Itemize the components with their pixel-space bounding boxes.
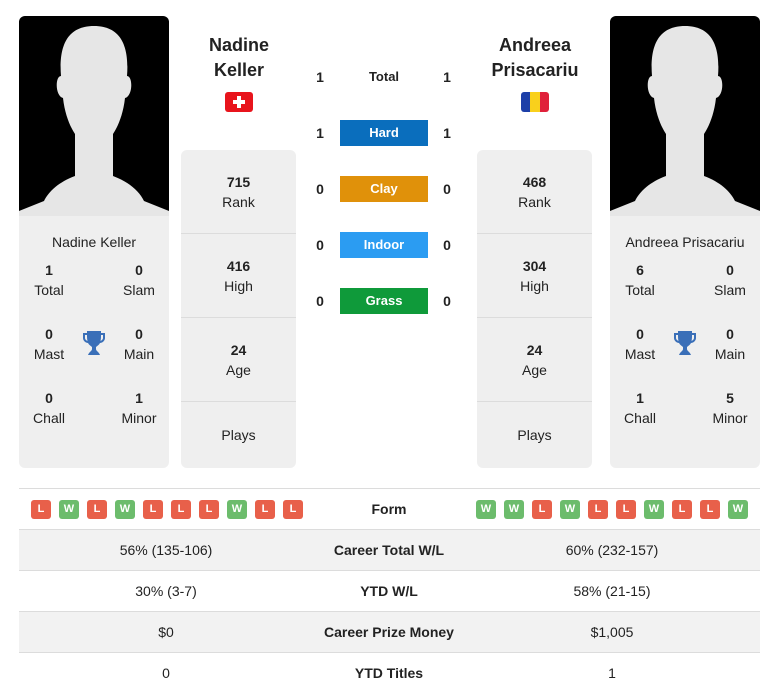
table-row-ytd-wl: 30% (3-7) YTD W/L 58% (21-15) [135, 583, 651, 599]
player2-titles: 6 Total 0 Slam 0 Mast 0 Main 1 Chall 5 M… [610, 260, 760, 452]
h2h-row-hard: 1 Hard 1 [300, 120, 470, 148]
form-loss-badge[interactable]: L [87, 500, 107, 519]
form-win-badge[interactable]: W [504, 500, 524, 519]
stat-rank: 468 Rank [477, 150, 592, 234]
stat-high: 304 High [477, 234, 592, 318]
player2-card: Andreea Prisacariu 6 Total 0 Slam 0 Mast… [610, 16, 760, 468]
surface-total-label: Total [368, 69, 400, 84]
h2h-row-grass: 0 Grass 0 [300, 288, 470, 316]
titles-main: 0 Main [714, 326, 746, 362]
titles-chall: 0 Chall [33, 390, 65, 426]
table-row-prize-money: $0 Career Prize Money $1,005 [19, 612, 760, 653]
h2h-p1-value: 1 [316, 125, 324, 141]
form-win-badge[interactable]: W [728, 500, 748, 519]
form-row: LWLWLLLWLL Form WWLWLLWLLW [19, 489, 760, 530]
form-win-badge[interactable]: W [560, 500, 580, 519]
player1-name-heading[interactable]: Nadine Keller [174, 33, 304, 83]
titles-slam: 0 Slam [123, 262, 155, 298]
titles-chall: 1 Chall [624, 390, 656, 426]
titles-slam: 0 Slam [714, 262, 746, 298]
stat-rank: 715 Rank [181, 150, 296, 234]
titles-total: 6 Total [625, 262, 655, 298]
silhouette-icon [610, 26, 760, 216]
form-loss-badge[interactable]: L [31, 500, 51, 519]
titles-total: 1 Total [34, 262, 64, 298]
form-loss-badge[interactable]: L [143, 500, 163, 519]
h2h-p1-value: 1 [316, 69, 324, 85]
player2-full-name: Andreea Prisacariu [625, 234, 745, 250]
trophy-icon [673, 330, 697, 361]
h2h-p1-value: 0 [316, 293, 324, 309]
form-loss-badge[interactable]: L [532, 500, 552, 519]
trophy-icon [82, 330, 106, 361]
player2-name-heading[interactable]: Andreea Prisacariu [470, 33, 600, 83]
form-win-badge[interactable]: W [115, 500, 135, 519]
form-label: Form [371, 501, 407, 517]
h2h-p2-value: 0 [443, 237, 451, 253]
player1-titles: 1 Total 0 Slam 0 Mast 0 Main 0 Chall 1 M… [19, 260, 169, 452]
player2-photo [610, 16, 760, 216]
h2h-p2-value: 0 [443, 181, 451, 197]
surface-grass-label[interactable]: Grass [340, 288, 428, 314]
surface-indoor-label[interactable]: Indoor [340, 232, 428, 258]
table-row-career-wl: 56% (135-106) Career Total W/L 60% (232-… [19, 530, 760, 571]
switzerland-flag-icon [225, 92, 253, 112]
form-win-badge[interactable]: W [644, 500, 664, 519]
stat-plays: Plays [517, 427, 552, 443]
romania-flag-icon [521, 92, 549, 112]
player2-stats: 468 Rank 304 High 24 Age Plays [477, 150, 592, 468]
h2h-row-clay: 0 Clay 0 [300, 176, 470, 204]
form-loss-badge[interactable]: L [616, 500, 636, 519]
form-win-badge[interactable]: W [476, 500, 496, 519]
titles-mast: 0 Mast [33, 326, 65, 362]
form-loss-badge[interactable]: L [588, 500, 608, 519]
stat-plays: Plays [221, 427, 256, 443]
form-loss-badge[interactable]: L [283, 500, 303, 519]
form-loss-badge[interactable]: L [171, 500, 191, 519]
form-win-badge[interactable]: W [227, 500, 247, 519]
silhouette-icon [19, 26, 169, 216]
h2h-p2-value: 1 [443, 69, 451, 85]
h2h-p2-value: 1 [443, 125, 451, 141]
titles-mast: 0 Mast [624, 326, 656, 362]
h2h-p1-value: 0 [316, 237, 324, 253]
titles-main: 0 Main [123, 326, 155, 362]
player1-stats: 715 Rank 416 High 24 Age Plays [181, 150, 296, 468]
stat-age: 24 Age [477, 318, 592, 402]
h2h-row-total: 1 Total 1 [300, 64, 470, 92]
surface-clay-label[interactable]: Clay [340, 176, 428, 202]
titles-minor: 1 Minor [121, 390, 157, 426]
h2h-p2-value: 0 [443, 293, 451, 309]
h2h-p1-value: 0 [316, 181, 324, 197]
player1-card: Nadine Keller 1 Total 0 Slam 0 Mast 0 Ma… [19, 16, 169, 468]
surface-hard-label[interactable]: Hard [340, 120, 428, 146]
table-row-ytd-titles: 0 YTD Titles 1 [162, 665, 616, 681]
titles-minor: 5 Minor [712, 390, 748, 426]
form-loss-badge[interactable]: L [672, 500, 692, 519]
stat-high: 416 High [181, 234, 296, 318]
h2h-row-indoor: 0 Indoor 0 [300, 232, 470, 260]
form-loss-badge[interactable]: L [255, 500, 275, 519]
form-loss-badge[interactable]: L [700, 500, 720, 519]
player1-photo [19, 16, 169, 216]
stat-age: 24 Age [181, 318, 296, 402]
form-loss-badge[interactable]: L [199, 500, 219, 519]
player1-full-name: Nadine Keller [51, 234, 137, 250]
form-win-badge[interactable]: W [59, 500, 79, 519]
